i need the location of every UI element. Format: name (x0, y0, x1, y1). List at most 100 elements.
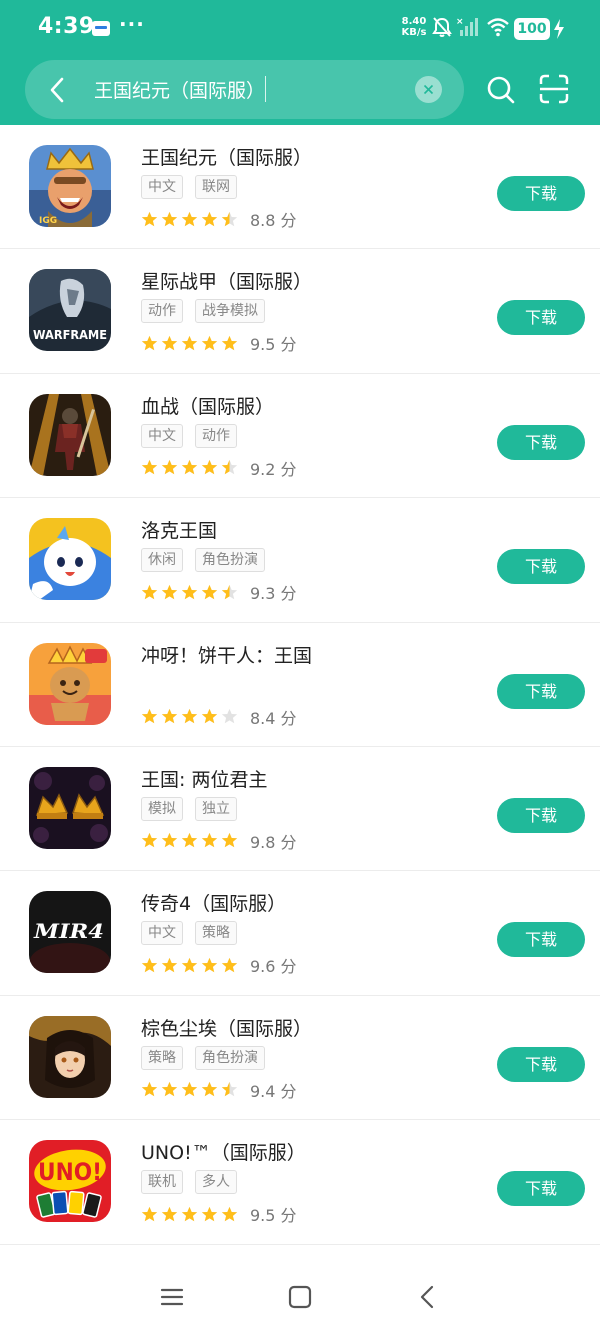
network-speed: 8.40 KB/s (397, 16, 431, 38)
rating: 8.4 分 (141, 705, 297, 729)
wifi-icon (487, 18, 509, 37)
tag: 多人 (195, 1170, 237, 1195)
mute-bell-icon (432, 17, 452, 37)
list-item[interactable]: MIR4 传奇4（国际服） 中文 策略 9.6 分 下载 (0, 871, 600, 996)
tag-list: 中文 策略 (141, 921, 237, 946)
download-button[interactable]: 下载 (497, 1171, 585, 1207)
tag-list: 中文 动作 (141, 423, 237, 448)
rating: 9.4 分 (141, 1078, 297, 1102)
tag-list: 联机 多人 (141, 1170, 237, 1195)
star-full-icon (161, 211, 178, 226)
star-full-icon (161, 335, 178, 351)
download-button[interactable]: 下载 (497, 922, 585, 958)
star-rating (141, 1081, 238, 1098)
search-icon[interactable] (485, 74, 517, 106)
star-full-icon (161, 708, 178, 724)
tag: 动作 (195, 423, 237, 448)
star-full-icon (221, 833, 238, 848)
score: 9.5 分 (250, 1206, 297, 1226)
mir4-icon[interactable]: MIR4 (29, 891, 111, 974)
list-item[interactable]: 王国: 两位君主 模拟 独立 9.8 分 下载 (0, 747, 600, 872)
star-full-icon (161, 584, 178, 599)
star-full-icon (141, 1082, 158, 1097)
home-square-icon[interactable] (287, 1284, 313, 1310)
tag: 动作 (141, 299, 183, 324)
app-name: 王国: 两位君主 (141, 768, 268, 791)
star-full-icon (161, 833, 178, 848)
tag: 策略 (141, 1045, 183, 1070)
list-item[interactable]: 棕色尘埃（国际服） 策略 角色扮演 9.4 分 下载 (0, 996, 600, 1121)
tag: 战争模拟 (195, 299, 265, 324)
star-full-icon (201, 1082, 218, 1097)
star-full-icon (221, 1206, 238, 1221)
bloody-war-icon[interactable] (29, 393, 111, 476)
rating: 9.8 分 (141, 829, 297, 853)
star-rating (141, 459, 238, 476)
star-full-icon (181, 708, 198, 724)
app-name: 冲呀！饼干人：王国 (141, 644, 313, 667)
tag: 模拟 (141, 796, 183, 821)
notification-app-icon (92, 21, 110, 36)
more-notifications-icon: ··· (119, 12, 145, 36)
warframe-logo-text: WARFRAME (33, 328, 107, 342)
status-time: 4:39 (38, 14, 95, 39)
network-speed-value: 8.40 (401, 16, 427, 27)
warframe-icon[interactable]: WARFRAME (29, 269, 111, 352)
search-input[interactable]: 王国纪元（国际服） (94, 76, 265, 103)
score: 9.4 分 (250, 1081, 297, 1101)
star-rating (141, 832, 238, 849)
kingdom-two-crowns-icon[interactable] (29, 766, 111, 849)
score: 9.5 分 (250, 335, 297, 355)
tag: 联网 (195, 175, 237, 199)
download-button[interactable]: 下载 (497, 424, 585, 460)
lords-mobile-icon[interactable]: IGG (29, 145, 111, 227)
brown-dust-icon[interactable] (29, 1015, 111, 1098)
roco-kingdom-icon[interactable] (29, 518, 111, 601)
list-item[interactable]: 冲呀！饼干人：王国 8.4 分 下载 (0, 623, 600, 747)
download-button[interactable]: 下载 (497, 797, 585, 833)
score: 9.2 分 (250, 459, 297, 479)
tag-list: 动作 战争模拟 (141, 299, 265, 324)
download-button[interactable]: 下载 (497, 176, 585, 211)
star-full-icon (141, 1206, 158, 1221)
download-button[interactable]: 下载 (497, 673, 585, 709)
star-half-icon (221, 1082, 238, 1097)
status-bar: 4:39 ··· 8.40 KB/s × 100 (0, 0, 600, 58)
star-full-icon (141, 335, 158, 351)
download-button[interactable]: 下载 (497, 1046, 585, 1082)
scan-icon[interactable] (538, 73, 570, 105)
list-item[interactable]: 血战（国际服） 中文 动作 9.2 分 下载 (0, 374, 600, 499)
cookie-run-icon[interactable] (29, 642, 111, 725)
back-arrow-icon[interactable] (415, 1284, 441, 1310)
score: 9.8 分 (250, 832, 297, 852)
star-full-icon (141, 211, 158, 226)
app-name: UNO!™（国际服） (141, 1142, 306, 1165)
star-full-icon (161, 957, 178, 973)
star-full-icon (201, 335, 218, 351)
star-half-icon (221, 460, 238, 475)
star-full-icon (181, 584, 198, 599)
list-item[interactable]: UNO! UNO!™（国际服） 联机 多人 9.5 分 下载 (0, 1120, 600, 1245)
star-full-icon (181, 211, 198, 226)
app-name: 传奇4（国际服） (141, 893, 287, 916)
list-item[interactable]: IGG 王国纪元（国际服） 中文 联网 8.8 分 下载 (0, 125, 600, 250)
chevron-left-icon[interactable] (44, 74, 72, 106)
star-rating (141, 1206, 238, 1223)
download-button[interactable]: 下载 (497, 300, 585, 336)
signal-icon: × (456, 17, 478, 36)
list-item[interactable]: WARFRAME 星际战甲（国际服） 动作 战争模拟 9.5 分 下载 (0, 249, 600, 374)
tag-list: 中文 联网 (141, 175, 237, 199)
list-item[interactable]: 洛克王国 休闲 角色扮演 9.3 分 下载 (0, 498, 600, 623)
star-full-icon (181, 957, 198, 973)
app-name: 星际战甲（国际服） (141, 271, 313, 294)
star-full-icon (201, 708, 218, 724)
star-full-icon (141, 833, 158, 848)
close-circle-icon[interactable] (415, 76, 442, 103)
star-full-icon (201, 211, 218, 226)
download-button[interactable]: 下载 (497, 549, 585, 585)
tag: 独立 (195, 796, 237, 821)
uno-icon[interactable]: UNO! (29, 1140, 111, 1223)
top-header: 4:39 ··· 8.40 KB/s × 100 王国纪元（国际服） (0, 0, 600, 125)
menu-icon[interactable] (159, 1284, 185, 1310)
app-name: 王国纪元（国际服） (141, 147, 313, 169)
